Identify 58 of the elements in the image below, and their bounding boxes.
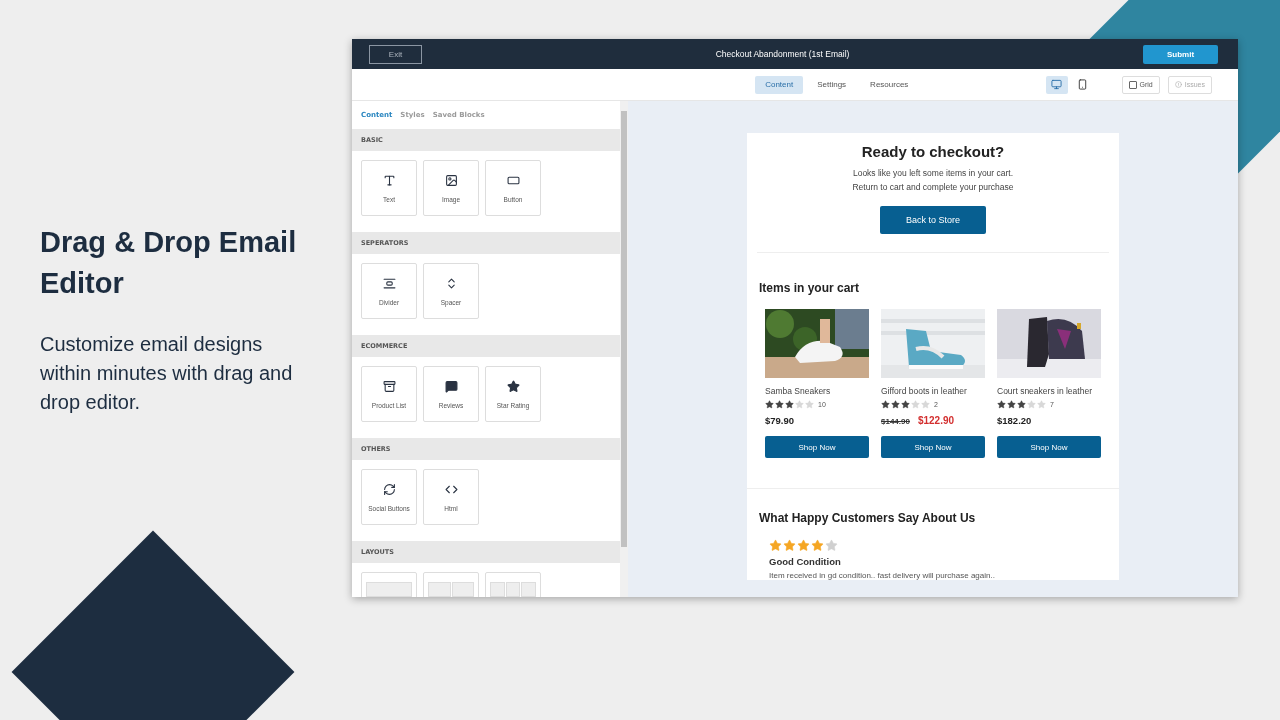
cycle-icon xyxy=(382,482,396,496)
star-icon xyxy=(997,400,1006,409)
email-heading: Ready to checkout? xyxy=(861,143,1005,160)
star-icon xyxy=(785,400,794,409)
image-icon xyxy=(444,173,458,187)
star-icon xyxy=(901,400,910,409)
product-name: Samba Sneakers xyxy=(765,385,832,398)
star-icon xyxy=(805,400,814,409)
hero-description: Customize email designs within minutes with drag and drop editor. xyxy=(40,332,294,415)
tab[interactable]: Content xyxy=(755,75,804,94)
star-icon xyxy=(765,400,774,409)
hero-title: Drag & Drop Email Editor xyxy=(40,225,298,301)
shop-now-button[interactable]: Shop Now xyxy=(881,436,985,458)
section-title: Items in your cart xyxy=(759,281,861,295)
tab[interactable]: Resources xyxy=(860,75,919,94)
star-icon xyxy=(506,379,520,393)
email-text: Return to cart and complete your purchase xyxy=(852,181,1014,194)
star-icon xyxy=(775,400,784,409)
checkbox[interactable] xyxy=(1128,80,1137,89)
box-icon xyxy=(382,379,396,393)
star-icon xyxy=(1037,400,1046,409)
price: $182.20 xyxy=(997,415,1032,426)
type-icon xyxy=(382,173,396,187)
price: $79.90 xyxy=(765,415,795,426)
email-text: Looks like you left some items in your cart. xyxy=(852,167,1014,180)
chat-bubble-icon xyxy=(444,379,458,393)
star-icon xyxy=(891,400,900,409)
star-icon xyxy=(921,400,930,409)
divider-icon xyxy=(382,276,396,290)
window-title: Checkout Abandonment (1st Email) xyxy=(715,49,850,59)
star-icon xyxy=(1007,400,1016,409)
product-name: Court sneakers in leather xyxy=(997,385,1093,398)
old-price: $144.90 xyxy=(881,417,910,426)
star-icon xyxy=(795,400,804,409)
back-to-store-button[interactable]: Back to Store xyxy=(880,206,986,234)
star-icon xyxy=(1017,400,1026,409)
review-title: Good Condition xyxy=(769,556,842,567)
alert-icon xyxy=(1174,81,1182,88)
sale-price: $122.90 xyxy=(917,415,955,426)
star-icon xyxy=(825,539,838,552)
shop-now-button[interactable]: Shop Now xyxy=(765,436,869,458)
star-icon xyxy=(811,539,824,552)
star-icon xyxy=(769,539,782,552)
phone-icon xyxy=(1077,79,1089,90)
star-icon xyxy=(911,400,920,409)
star-icon xyxy=(1027,400,1036,409)
section-title: What Happy Customers Say About Us xyxy=(759,511,977,525)
review-text: Item received in gd condition.. fast delivery will purchase again.. xyxy=(769,571,996,580)
monitor-icon xyxy=(1051,79,1063,90)
tab[interactable]: Settings xyxy=(807,75,857,94)
product-name: Gifford boots in leather xyxy=(881,385,968,398)
desktop-view-button[interactable] xyxy=(1045,75,1068,94)
star-icon xyxy=(881,400,890,409)
exit-button[interactable]: Exit xyxy=(369,44,422,64)
scrollbar[interactable] xyxy=(620,101,628,597)
shop-now-button[interactable]: Shop Now xyxy=(997,436,1101,458)
star-icon xyxy=(797,539,810,552)
star-icon xyxy=(783,539,796,552)
